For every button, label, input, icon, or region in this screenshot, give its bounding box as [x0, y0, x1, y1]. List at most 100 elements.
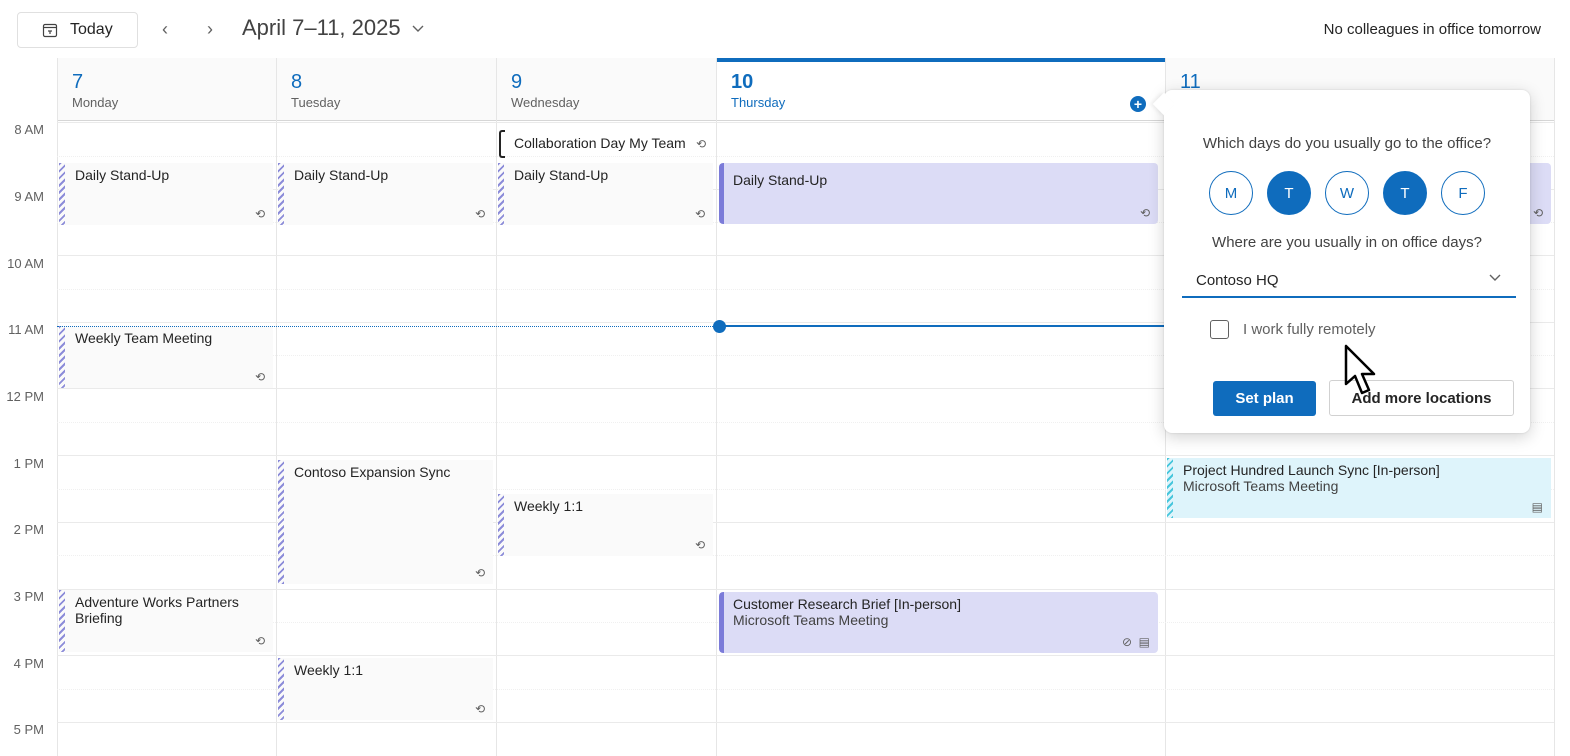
event-title: Weekly 1:1 [294, 662, 363, 678]
weekday-toggle-tuesday[interactable]: T [1267, 171, 1311, 215]
colleagues-status[interactable]: No colleagues in office tomorrow [1324, 21, 1541, 38]
day-header-thursday[interactable]: 10 Thursday + [716, 58, 1165, 120]
in-person-icon: ▤ [1531, 500, 1543, 514]
event-title: Collaboration Day My Team [514, 135, 686, 151]
time-label: 9 AM [14, 189, 44, 204]
event-title: Daily Stand-Up [514, 167, 609, 183]
recurring-icon: ⟲ [474, 207, 485, 221]
recurring-icon: ⟲ [254, 634, 265, 648]
day-header-wednesday[interactable]: 9 Wednesday [496, 58, 716, 120]
weekday-toggle-thursday[interactable]: T [1383, 171, 1427, 215]
chevron-left-icon: ‹ [162, 18, 168, 39]
event-title: Weekly Team Meeting [75, 330, 213, 346]
column-divider [276, 58, 277, 756]
day-header-tuesday[interactable]: 8 Tuesday [276, 58, 496, 120]
event-weekly-1-1-tue[interactable]: Weekly 1:1 ⟲ [278, 658, 493, 720]
today-button[interactable]: Today [17, 12, 138, 48]
time-label: 1 PM [13, 456, 44, 471]
office-location-dropdown[interactable]: Contoso HQ [1182, 262, 1516, 298]
event-daily-standup-tue[interactable]: Daily Stand-Up ⟲ [278, 163, 493, 225]
day-name: Thursday [731, 95, 786, 110]
event-weekly-team-meeting[interactable]: Weekly Team Meeting ⟲ [59, 326, 273, 388]
event-adventure-works-briefing[interactable]: Adventure Works Partners Briefing ⟲ [59, 590, 273, 652]
event-stripe [59, 326, 65, 388]
recurring-icon: ⟲ [1532, 206, 1543, 220]
event-title: Adventure Works Partners Briefing [75, 594, 239, 626]
mouse-cursor-icon [1344, 344, 1376, 395]
current-time-guide [57, 326, 715, 327]
time-label: 8 AM [14, 122, 44, 137]
event-marker [499, 130, 505, 158]
date-range-label: April 7–11, 2025 [242, 15, 401, 40]
day-number: 8 [291, 71, 303, 93]
add-work-plan-icon[interactable]: + [1130, 96, 1146, 112]
event-contoso-expansion-sync[interactable]: Contoso Expansion Sync ⟲ [278, 460, 493, 584]
current-time-dot [713, 320, 726, 333]
hour-line [57, 455, 1554, 456]
chevron-right-icon: › [207, 18, 213, 39]
event-project-hundred-launch-sync[interactable]: Project Hundred Launch Sync [In-person] … [1167, 458, 1551, 518]
column-divider [57, 58, 58, 756]
chevron-down-icon [1489, 274, 1501, 281]
day-number: 10 [731, 71, 754, 93]
day-number: 9 [511, 71, 523, 93]
event-daily-standup-mon[interactable]: Daily Stand-Up ⟲ [59, 163, 273, 225]
event-title: Project Hundred Launch Sync [In-person] [1183, 462, 1440, 478]
event-stripe [59, 590, 65, 652]
event-stripe [1167, 458, 1173, 518]
event-weekly-1-1-wed[interactable]: Weekly 1:1 ⟲ [498, 494, 713, 556]
event-subtitle: Microsoft Teams Meeting [733, 612, 889, 628]
recurring-icon: ⟲ [474, 566, 485, 580]
event-stripe [278, 658, 284, 720]
set-plan-button[interactable]: Set plan [1213, 381, 1316, 416]
weekday-toggle-wednesday[interactable]: W [1325, 171, 1369, 215]
event-stripe [59, 163, 65, 225]
event-daily-standup-thu[interactable]: Daily Stand-Up ⟲ [719, 163, 1158, 224]
column-divider [496, 58, 497, 756]
hour-line [57, 655, 1554, 656]
previous-week-button[interactable]: ‹ [154, 18, 176, 40]
event-stripe [498, 163, 504, 225]
weekday-toggle-friday[interactable]: F [1441, 171, 1485, 215]
time-label: 5 PM [13, 722, 44, 737]
event-bar [719, 592, 724, 653]
hour-line [57, 589, 1554, 590]
weekday-toggle-monday[interactable]: M [1209, 171, 1253, 215]
column-divider [1554, 58, 1555, 756]
date-range-picker[interactable]: April 7–11, 2025 [242, 15, 425, 41]
recurring-icon: ⟲ [1139, 206, 1150, 220]
time-label: 2 PM [13, 522, 44, 537]
event-title: Daily Stand-Up [294, 167, 389, 183]
event-subtitle: Microsoft Teams Meeting [1183, 478, 1339, 494]
no-video-icon: ⊘ [1121, 635, 1132, 649]
next-week-button[interactable]: › [199, 18, 221, 40]
event-title: Weekly 1:1 [514, 498, 583, 514]
recurring-icon: ⟲ [694, 207, 705, 221]
fully-remote-label: I work fully remotely [1243, 321, 1376, 338]
time-label: 3 PM [13, 589, 44, 604]
time-label: 11 AM [8, 322, 44, 337]
today-label: Today [70, 21, 113, 38]
event-bar [719, 163, 724, 224]
current-time-line [720, 325, 1164, 327]
event-title: Daily Stand-Up [733, 172, 828, 188]
day-name: Monday [72, 95, 119, 110]
time-label: 10 AM [7, 256, 44, 271]
time-label: 4 PM [13, 656, 44, 671]
fully-remote-option[interactable]: I work fully remotely [1210, 320, 1376, 339]
day-name: Tuesday [291, 95, 341, 110]
office-location-question: Where are you usually in on office days? [1212, 234, 1482, 251]
event-daily-standup-wed[interactable]: Daily Stand-Up ⟲ [498, 163, 713, 225]
event-stripe [278, 460, 284, 584]
fully-remote-checkbox[interactable] [1210, 320, 1229, 339]
office-location-value: Contoso HQ [1196, 272, 1279, 289]
event-customer-research-brief[interactable]: Customer Research Brief [In-person] Micr… [719, 592, 1158, 653]
event-collaboration-day[interactable]: Collaboration Day My Team ⟲ [499, 128, 714, 158]
in-person-icon: ▤ [1138, 635, 1150, 649]
recurring-icon: ⟲ [694, 538, 705, 552]
hour-line [57, 722, 1554, 723]
event-title: Daily Stand-Up [75, 167, 170, 183]
day-header-monday[interactable]: 7 Monday [57, 58, 276, 120]
chevron-down-icon [412, 25, 424, 32]
time-label: 12 PM [6, 389, 44, 404]
